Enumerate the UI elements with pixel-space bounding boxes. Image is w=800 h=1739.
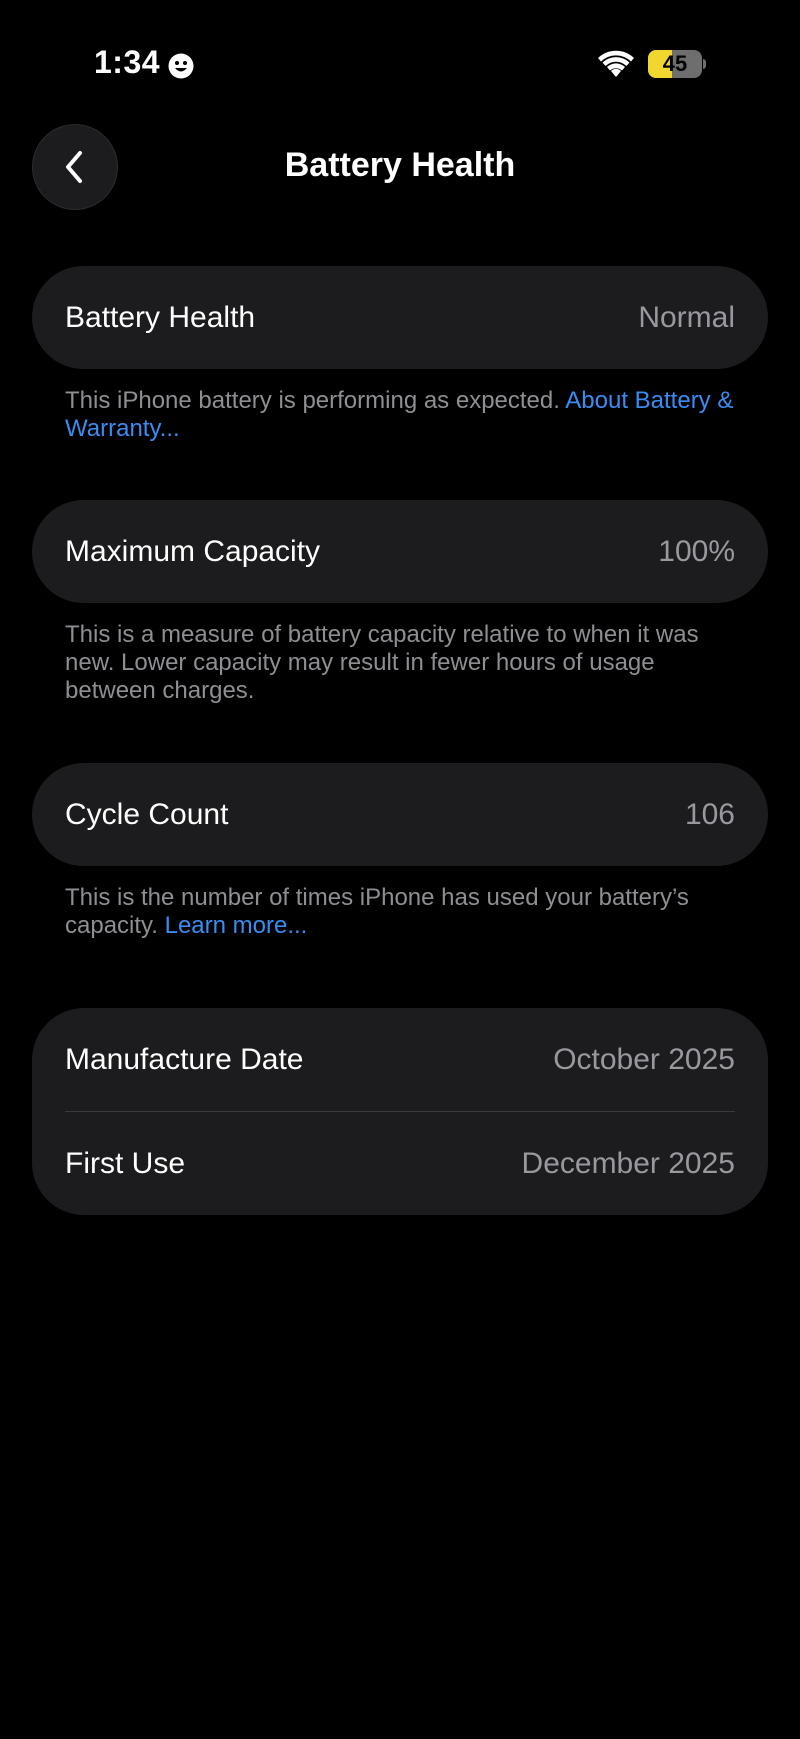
cycle-count-row: Cycle Count 106 bbox=[65, 763, 735, 866]
dates-card: Manufacture Date October 2025 First Use … bbox=[32, 1008, 768, 1215]
maximum-capacity-label: Maximum Capacity bbox=[65, 534, 321, 568]
cycle-count-label: Cycle Count bbox=[65, 797, 229, 831]
cycle-count-card: Cycle Count 106 bbox=[32, 763, 768, 866]
first-use-value: December 2025 bbox=[521, 1146, 735, 1180]
battery-level: 45 bbox=[662, 51, 688, 76]
battery-health-footnote-text: This iPhone battery is performing as exp… bbox=[65, 387, 566, 414]
cycle-count-value: 106 bbox=[684, 797, 735, 831]
battery-health-footnote: This iPhone battery is performing as exp… bbox=[32, 369, 768, 500]
wifi-icon bbox=[598, 50, 634, 78]
maximum-capacity-card: Maximum Capacity 100% bbox=[32, 500, 768, 603]
cycle-count-footnote: This is the number of times iPhone has u… bbox=[32, 866, 768, 1008]
status-time: 1:34 bbox=[94, 44, 194, 81]
battery-health-row: Battery Health Normal bbox=[65, 266, 735, 369]
first-use-label: First Use bbox=[65, 1146, 185, 1180]
manufacture-date-label: Manufacture Date bbox=[65, 1042, 304, 1076]
maximum-capacity-footnote: This is a measure of battery capacity re… bbox=[32, 603, 768, 763]
battery-icon: 45 bbox=[648, 50, 702, 78]
smiley-icon bbox=[168, 50, 194, 78]
battery-health-label: Battery Health bbox=[65, 300, 256, 334]
maximum-capacity-footnote-text: This is a measure of battery capacity re… bbox=[65, 621, 699, 704]
battery-tip bbox=[703, 59, 706, 69]
page-title: Battery Health bbox=[284, 146, 516, 184]
status-bar: 1:34 45 bbox=[0, 0, 800, 130]
manufacture-date-value: October 2025 bbox=[553, 1042, 735, 1076]
learn-more-link[interactable]: Learn more... bbox=[165, 912, 308, 939]
time-label: 1:34 bbox=[94, 44, 161, 80]
manufacture-date-row: Manufacture Date October 2025 bbox=[65, 1008, 735, 1111]
battery-health-value: Normal bbox=[638, 300, 735, 334]
cycle-count-footnote-text: This is the number of times iPhone has u… bbox=[65, 884, 689, 939]
maximum-capacity-row: Maximum Capacity 100% bbox=[65, 500, 735, 603]
battery-health-card: Battery Health Normal bbox=[32, 266, 768, 369]
first-use-row: First Use December 2025 bbox=[65, 1112, 735, 1215]
nav-bar: Battery Health bbox=[0, 122, 800, 212]
battery-health-content: Battery Health Normal This iPhone batter… bbox=[32, 266, 768, 1215]
maximum-capacity-value: 100% bbox=[658, 534, 735, 568]
